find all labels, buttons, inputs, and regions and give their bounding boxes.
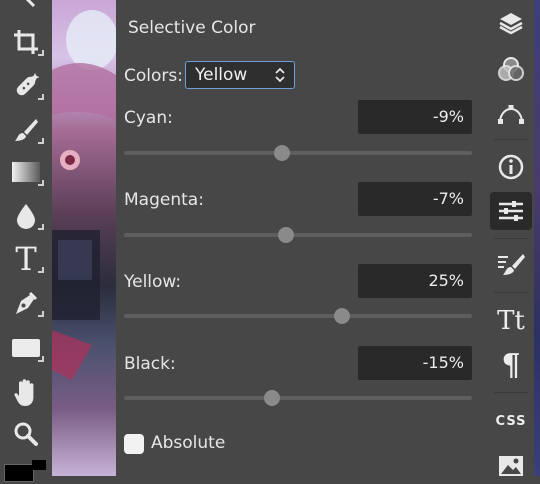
gradient-icon[interactable] <box>6 154 46 190</box>
cyan-slider-thumb[interactable] <box>274 145 291 161</box>
pen-tool-icon[interactable] <box>6 285 46 321</box>
magenta-slider-thumb[interactable] <box>277 227 294 243</box>
right-separator <box>494 238 528 239</box>
zoom-icon[interactable] <box>6 416 46 452</box>
right-edge-strip <box>534 0 540 476</box>
character-icon[interactable]: Tt <box>490 302 532 340</box>
move-tool-icon[interactable] <box>6 0 46 18</box>
black-slider-track[interactable] <box>124 390 472 406</box>
right-separator <box>494 139 528 140</box>
magenta-value-field[interactable]: -7% <box>358 182 472 216</box>
blur-drop-icon[interactable] <box>6 198 46 234</box>
healing-brush-icon[interactable] <box>6 68 46 104</box>
chevron-updown-icon <box>274 67 286 87</box>
left-toolbar: T <box>0 0 52 482</box>
adjustments-icon[interactable] <box>490 192 532 230</box>
canvas-artwork <box>52 0 116 476</box>
yellow-slider-thumb[interactable] <box>333 308 350 324</box>
black-label: Black: <box>124 354 176 374</box>
colors-dropdown-value: Yellow <box>195 65 248 85</box>
image-icon[interactable] <box>490 446 532 484</box>
brush-icon[interactable] <box>6 112 46 148</box>
color-swatches[interactable] <box>4 460 46 482</box>
selective-color-panel: Selective Color Colors: Yellow Cyan: -9%… <box>116 0 482 476</box>
paragraph-icon[interactable]: ¶ <box>490 346 532 384</box>
crop-icon[interactable] <box>6 24 46 60</box>
yellow-value-field[interactable]: 25% <box>358 264 472 298</box>
black-slider-thumb[interactable] <box>263 390 280 406</box>
css-icon[interactable]: CSS <box>490 402 532 440</box>
info-icon[interactable] <box>490 148 532 186</box>
cyan-value-field[interactable]: -9% <box>358 100 472 134</box>
right-panel-bar: Tt ¶ CSS <box>482 0 540 476</box>
yellow-label: Yellow: <box>124 272 182 292</box>
rectangle-icon[interactable] <box>6 330 46 366</box>
text-tool-icon[interactable]: T <box>6 241 46 277</box>
right-separator <box>494 292 528 293</box>
magenta-label: Magenta: <box>124 190 204 210</box>
paths-icon[interactable] <box>490 93 532 131</box>
absolute-label: Absolute <box>151 433 226 453</box>
channels-icon[interactable] <box>490 50 532 88</box>
magenta-slider-track[interactable] <box>124 227 472 243</box>
cyan-label: Cyan: <box>124 108 173 128</box>
colors-label: Colors: <box>124 66 183 86</box>
hand-icon[interactable] <box>6 375 46 411</box>
cyan-slider-track[interactable] <box>124 145 472 161</box>
yellow-slider-track[interactable] <box>124 308 472 324</box>
right-separator <box>494 392 528 393</box>
colors-dropdown[interactable]: Yellow <box>185 61 295 89</box>
absolute-checkbox[interactable] <box>124 434 144 454</box>
brush-settings-icon[interactable] <box>490 246 532 284</box>
panel-title: Selective Color <box>128 18 256 38</box>
layers-icon[interactable] <box>490 4 532 42</box>
black-value-field[interactable]: -15% <box>358 346 472 380</box>
